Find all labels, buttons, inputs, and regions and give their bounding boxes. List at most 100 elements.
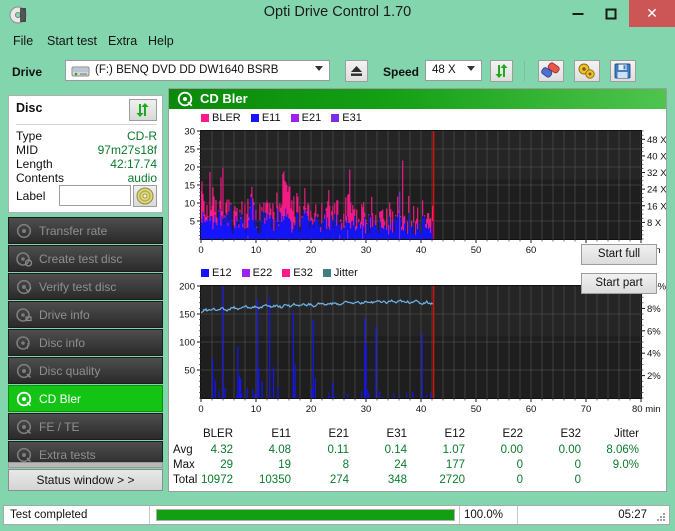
sidebar-item-transfer-rate[interactable]: Transfer rate [8, 217, 163, 244]
svg-text:10: 10 [251, 245, 262, 256]
disc-row-length-key: Length [16, 157, 53, 171]
refresh-button[interactable] [490, 60, 513, 82]
status-window-button[interactable]: Status window > > [8, 469, 163, 491]
panel-title: CD Bler [200, 91, 248, 106]
stats-cell: 8.06% [606, 444, 639, 456]
eject-button[interactable] [345, 60, 368, 82]
menu-item-file[interactable]: File [8, 33, 38, 49]
menu-item-start-test[interactable]: Start test [42, 33, 102, 49]
chevron-down-icon [467, 66, 475, 71]
drive-icon [71, 64, 91, 79]
status-bar: Test completed 100.0% 05:27 [3, 505, 670, 525]
sidebar-item-drive-info[interactable]: Drive info [8, 301, 163, 328]
speed-select[interactable]: 48 X [425, 60, 482, 81]
sidebar-item-create-test-disc[interactable]: Create test disc [8, 245, 163, 272]
svg-text:150: 150 [179, 310, 195, 321]
close-icon: ✕ [646, 5, 658, 22]
svg-text:20: 20 [306, 404, 317, 415]
svg-text:0: 0 [198, 245, 203, 256]
erase-button[interactable] [538, 60, 564, 82]
speed-label: Speed [383, 65, 420, 79]
stats-col-header: E31 [386, 428, 407, 440]
svg-text:70: 70 [581, 404, 592, 415]
stats-cell: 29 [220, 459, 233, 471]
disc-info-icon: i [16, 335, 32, 351]
disc-label-input[interactable] [59, 185, 131, 206]
stats-col-header: E22 [502, 428, 523, 440]
sidebar-spacer [8, 462, 163, 468]
stats-cell: 274 [329, 474, 349, 486]
disc-write-icon [16, 251, 33, 267]
sidebar-item-label: Extra tests [39, 448, 96, 462]
disc-quality-icon [16, 363, 32, 379]
maximize-icon [605, 8, 616, 19]
stats-cell: 2720 [439, 474, 465, 486]
status-text: Test completed [10, 509, 88, 521]
disc-row-contents-key: Contents [16, 171, 65, 185]
cd-bler-error-chart: 5 10 15 20 25 30 8 X 16 X 24 X 32 X 40 X 48 X 0 10 20 3… [184, 127, 666, 257]
svg-text:8 X: 8 X [647, 218, 662, 229]
disc-icon [16, 223, 32, 239]
menu-item-help[interactable]: Help [143, 33, 179, 49]
floppy-save-icon [614, 63, 631, 79]
stats-cell: 4.32 [210, 444, 233, 456]
legend-swatch-e12 [201, 269, 209, 277]
drive-select[interactable]: (F:) BENQ DVD DD DW1640 BSRB [65, 60, 330, 81]
stats-col-header: E12 [444, 428, 465, 440]
svg-text:50: 50 [184, 366, 195, 377]
sidebar-item-label: FE / TE [39, 420, 80, 434]
menu-item-extra[interactable]: Extra [103, 33, 142, 49]
stats-cell: 0 [574, 459, 581, 471]
stats-col-header: BLER [202, 428, 233, 440]
stats-cell: 0 [516, 474, 523, 486]
svg-text:60: 60 [526, 245, 537, 256]
sidebar-item-disc-quality[interactable]: Disc quality [8, 357, 163, 384]
svg-text:i: i [27, 342, 29, 351]
start-full-button[interactable]: Start full [581, 244, 657, 265]
svg-text:50: 50 [471, 404, 482, 415]
sidebar-item-label: Disc quality [39, 364, 101, 378]
stats-cell: 0.14 [384, 444, 407, 456]
sidebar-item-verify-test-disc[interactable]: Verify test disc [8, 273, 163, 300]
svg-text:40: 40 [416, 245, 427, 256]
speed-value: 48 X [432, 64, 456, 76]
legend-swatch-e31 [331, 114, 340, 122]
svg-text:5: 5 [190, 217, 195, 228]
save-button[interactable] [610, 60, 636, 82]
disc-refresh-button[interactable] [129, 99, 157, 121]
sidebar-item-disc-info[interactable]: i Disc info [8, 329, 163, 356]
sidebar-item-label: Disc info [39, 336, 86, 350]
start-part-button[interactable]: Start part [581, 273, 657, 294]
status-window-label: Status window > > [36, 473, 135, 487]
disc-icon [16, 391, 32, 407]
resize-grip-icon[interactable] [656, 512, 666, 522]
maximize-button[interactable] [591, 0, 630, 27]
svg-text:32 X: 32 X [647, 168, 666, 179]
app-window: Opti Drive Control 1.70 ✕ File Start tes… [0, 0, 675, 531]
stats-cell: 0 [516, 459, 523, 471]
svg-text:30: 30 [361, 245, 372, 256]
progress-bar-fill [157, 510, 454, 520]
close-button[interactable]: ✕ [629, 0, 675, 27]
stats-cell: 10350 [259, 474, 291, 486]
svg-text:8%: 8% [647, 304, 661, 315]
sidebar-item-label: Verify test disc [39, 280, 117, 294]
disc-label-apply-button[interactable] [133, 185, 157, 207]
title-bar: Opti Drive Control 1.70 ✕ [0, 0, 675, 29]
svg-text:40 X: 40 X [647, 151, 666, 162]
stats-cell: 0.00 [558, 444, 581, 456]
legend-swatch-e32 [282, 269, 291, 277]
disc-row-contents-value: audio [127, 171, 157, 185]
svg-text:30: 30 [361, 404, 372, 415]
stats-cell: 19 [278, 459, 291, 471]
stats-cell: 24 [394, 459, 407, 471]
svg-text:25: 25 [184, 145, 195, 156]
drive-value: (F:) BENQ DVD DD DW1640 BSRB [95, 64, 279, 76]
sidebar-item-cd-bler[interactable]: CD Bler [8, 385, 163, 412]
disc-card-title: Disc [16, 101, 43, 115]
settings-button[interactable] [574, 60, 600, 82]
sidebar-item-fe-te[interactable]: FE / TE [8, 413, 163, 440]
svg-text:16 X: 16 X [647, 201, 666, 212]
legend-swatch-e21 [290, 114, 299, 122]
stats-cell: 4.08 [268, 444, 291, 456]
